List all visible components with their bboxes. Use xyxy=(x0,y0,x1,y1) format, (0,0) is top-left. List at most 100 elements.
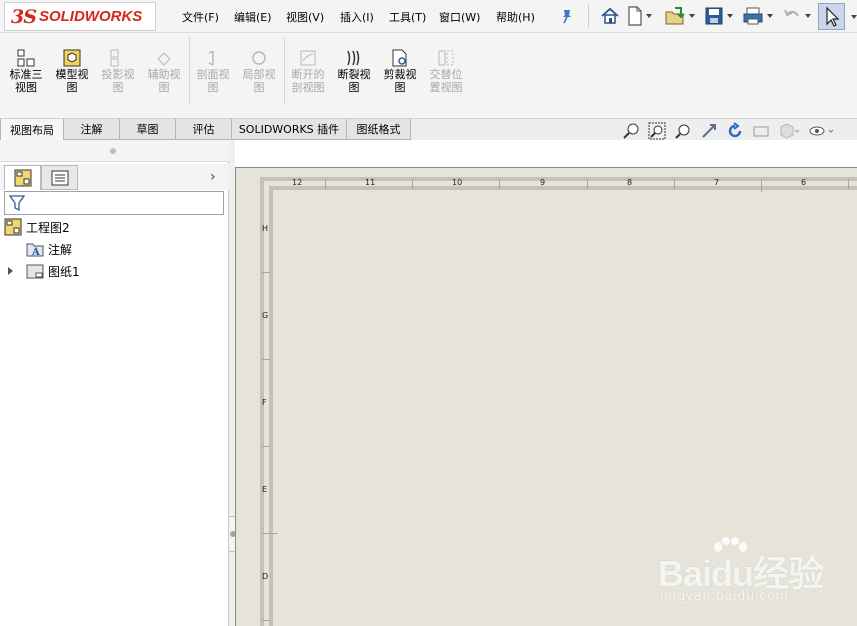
rotate-icon[interactable] xyxy=(726,122,744,140)
crop-view-icon xyxy=(392,49,407,67)
hide-show-icon[interactable] xyxy=(752,122,770,140)
standard-3-view-icon xyxy=(17,49,35,67)
new-document-icon xyxy=(628,6,642,26)
cmd-label: 局部视 xyxy=(242,68,276,81)
home-button[interactable] xyxy=(600,4,620,28)
standard-3-view-button[interactable]: 标准三 视图 xyxy=(3,49,49,94)
alternate-position-view-button[interactable]: 交替位 置视图 xyxy=(423,49,469,94)
crop-view-button[interactable]: 剪裁视图 xyxy=(377,49,423,94)
break-view-icon xyxy=(347,50,360,66)
cmd-label: 图 xyxy=(112,81,124,94)
menu-window[interactable]: 窗口(W) xyxy=(439,9,480,25)
zone-tick xyxy=(674,180,675,189)
solidworks-logo[interactable]: 3S SOLIDWORKS xyxy=(4,2,156,31)
zone-tick xyxy=(587,180,588,189)
tab-sketch[interactable]: 草图 xyxy=(119,119,176,140)
pan-icon[interactable] xyxy=(700,122,718,140)
cmd-label: 图 xyxy=(66,81,78,94)
tree-item-sheet1[interactable]: 图纸1 xyxy=(26,261,80,281)
projected-view-icon xyxy=(110,49,119,67)
cmd-label: 标准三 xyxy=(9,68,43,81)
cmd-label: 断开的 xyxy=(291,68,325,81)
tab-sheet-format[interactable]: 图纸格式 xyxy=(346,119,411,140)
new-document-button[interactable] xyxy=(627,4,652,28)
column-number: 6 xyxy=(801,178,807,187)
column-number: 9 xyxy=(540,178,546,187)
tab-view-layout[interactable]: 视图布局 xyxy=(0,119,64,140)
feature-manager-icon xyxy=(14,169,31,187)
save-button[interactable] xyxy=(704,4,733,28)
ds-logo-mark: 3S xyxy=(11,5,37,28)
row-letter: E xyxy=(262,485,268,494)
auxiliary-view-icon xyxy=(157,52,171,66)
section-view-icon xyxy=(208,50,214,66)
cmd-label: 图 xyxy=(348,81,360,94)
watermark-url: jingyan.baidu.com xyxy=(660,589,789,604)
tree-root-label: 工程图2 xyxy=(26,220,70,235)
chevron-down-icon[interactable] xyxy=(851,15,857,19)
baidu-watermark: Baidu经验 jingyan.baidu.com xyxy=(658,537,848,617)
print-button[interactable] xyxy=(742,4,773,28)
cmd-label: 剪裁视 xyxy=(383,68,417,81)
expand-arrow-icon[interactable] xyxy=(8,267,13,275)
zone-tick xyxy=(262,446,270,447)
home-icon xyxy=(601,7,619,24)
detail-view-button[interactable]: 局部视图 xyxy=(236,49,282,94)
cmd-label: 图 xyxy=(158,81,170,94)
tab-solidworks-addins[interactable]: SOLIDWORKS 插件 xyxy=(231,119,347,140)
menu-insert[interactable]: 插入(I) xyxy=(340,9,374,25)
menu-view[interactable]: 视图(V) xyxy=(286,9,324,25)
view-settings-icon[interactable] xyxy=(808,122,834,140)
cmd-label: 投影视 xyxy=(101,68,135,81)
zone-tick xyxy=(848,180,849,189)
tree-root-drawing[interactable]: 工程图2 xyxy=(4,217,70,237)
tab-property-manager[interactable] xyxy=(41,165,78,190)
menu-file[interactable]: 文件(F) xyxy=(182,9,219,25)
zone-tick xyxy=(262,359,270,360)
tree-filter[interactable] xyxy=(4,191,224,215)
select-button[interactable] xyxy=(818,3,845,30)
pin-icon[interactable] xyxy=(560,8,574,24)
display-style-icon[interactable] xyxy=(778,122,800,140)
save-icon xyxy=(705,7,723,25)
menu-edit[interactable]: 编辑(E) xyxy=(234,9,272,25)
zoom-to-fit-icon[interactable] xyxy=(622,122,640,140)
open-button[interactable] xyxy=(664,4,695,28)
filter-icon xyxy=(9,195,25,212)
chevron-down-icon[interactable] xyxy=(727,14,733,18)
row-letter: D xyxy=(262,572,269,581)
tab-evaluate[interactable]: 评估 xyxy=(175,119,232,140)
chevron-right-icon[interactable]: › xyxy=(210,169,216,185)
section-view-button[interactable]: 剖面视图 xyxy=(190,49,236,94)
feature-manager-panel: › 工程图2 A 注解 图纸1 xyxy=(0,140,229,626)
undo-button[interactable] xyxy=(782,4,811,28)
row-letter: F xyxy=(262,398,267,407)
tab-feature-manager[interactable] xyxy=(4,165,41,190)
panel-tabs: › xyxy=(0,164,229,190)
zone-tick xyxy=(412,180,413,189)
previous-view-icon[interactable] xyxy=(674,122,692,140)
menu-tools[interactable]: 工具(T) xyxy=(389,9,426,25)
chevron-down-icon[interactable] xyxy=(689,14,695,18)
zone-tick xyxy=(761,180,762,192)
chevron-down-icon[interactable] xyxy=(767,14,773,18)
break-view-button[interactable]: 断裂视图 xyxy=(331,49,377,94)
column-number: 8 xyxy=(627,178,633,187)
model-view-button[interactable]: 模型视图 xyxy=(49,49,95,94)
sheet-icon xyxy=(26,264,44,279)
logo-text: SOLIDWORKS xyxy=(38,8,143,25)
tree-item-annotations[interactable]: A 注解 xyxy=(26,239,72,259)
broken-out-section-button[interactable]: 断开的 剖视图 xyxy=(285,49,331,94)
tree-item-label: 注解 xyxy=(48,242,73,257)
tab-annotation[interactable]: 注解 xyxy=(63,119,120,140)
zoom-to-area-icon[interactable] xyxy=(648,122,666,140)
menu-bar: 3S SOLIDWORKS 文件(F) 编辑(E) 视图(V) 插入(I) 工具… xyxy=(0,0,857,33)
chevron-down-icon[interactable] xyxy=(805,14,811,18)
chevron-down-icon[interactable] xyxy=(646,14,652,18)
projected-view-button[interactable]: 投影视图 xyxy=(95,49,141,94)
panel-grip[interactable] xyxy=(0,140,229,162)
menu-help[interactable]: 帮助(H) xyxy=(496,9,535,25)
cmd-label: 辅助视 xyxy=(147,68,181,81)
zone-tick xyxy=(262,620,270,621)
auxiliary-view-button[interactable]: 辅助视图 xyxy=(141,49,187,94)
